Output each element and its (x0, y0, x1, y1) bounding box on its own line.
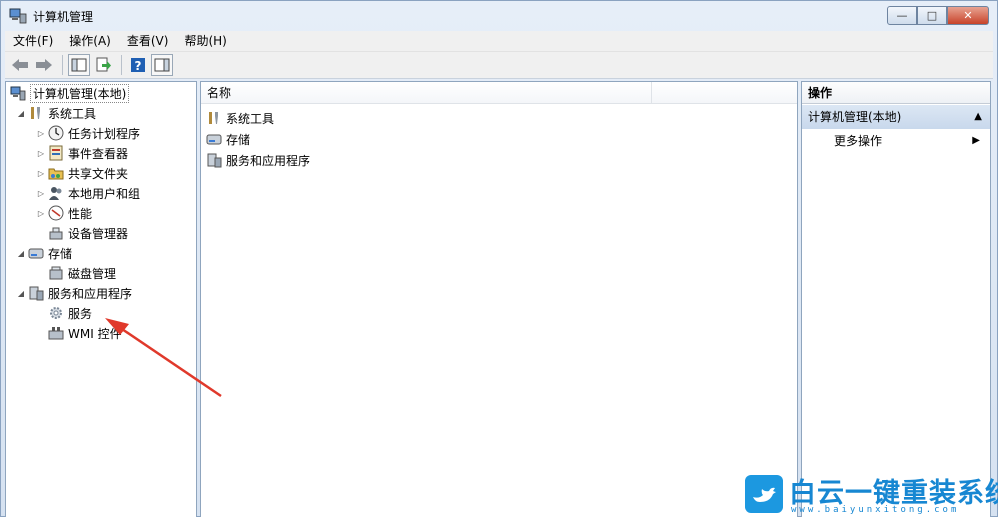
collapse-up-icon[interactable]: ▲ (974, 105, 982, 129)
expanded-arrow-icon[interactable]: ◢ (16, 109, 26, 118)
list-header: 名称 (201, 82, 797, 104)
show-hide-action-pane-icon[interactable] (151, 54, 173, 76)
tree-item-event-viewer[interactable]: ▷ 事件查看器 (36, 143, 128, 163)
event-viewer-icon (48, 145, 64, 161)
list-item[interactable]: 存储 (206, 129, 250, 149)
services-apps-icon (28, 285, 44, 301)
collapsed-arrow-icon[interactable]: ▷ (36, 209, 46, 218)
services-apps-icon (206, 152, 222, 168)
list-item[interactable]: 系统工具 (206, 108, 274, 128)
gear-icon (48, 305, 64, 321)
collapsed-arrow-icon[interactable]: ▷ (36, 149, 46, 158)
actions-section-header[interactable]: 计算机管理(本地) ▲ (802, 105, 990, 129)
list-item[interactable]: 服务和应用程序 (206, 150, 310, 170)
watermark: 白云一键重装系统 www.baiyunxitong.com (745, 471, 998, 516)
tree-item-device-manager[interactable]: 设备管理器 (48, 223, 128, 243)
tree-item-label: 共享文件夹 (68, 166, 129, 181)
back-arrow-icon[interactable] (9, 54, 31, 76)
tree-item-shared-folders[interactable]: ▷ 共享文件夹 (36, 163, 128, 183)
tree-item-services-apps[interactable]: ◢ 服务和应用程序 (16, 283, 132, 303)
storage-icon (28, 245, 44, 261)
collapsed-arrow-icon[interactable]: ▷ (36, 169, 46, 178)
menu-file[interactable]: 文件(F) (5, 31, 61, 51)
bird-logo-icon (745, 475, 783, 513)
tree-item-label: 磁盘管理 (68, 266, 117, 281)
tree-item-label: 服务 (68, 306, 93, 321)
help-icon[interactable]: ? (127, 54, 149, 76)
expanded-arrow-icon[interactable]: ◢ (16, 289, 26, 298)
tree-item-task-scheduler[interactable]: ▷ 任务计划程序 (36, 123, 140, 143)
more-actions-item[interactable]: 更多操作 (834, 132, 882, 150)
computer-management-icon (10, 85, 26, 101)
users-icon (48, 185, 64, 201)
tree-item-storage[interactable]: ◢ 存储 (16, 243, 72, 263)
list-item-label: 系统工具 (226, 111, 275, 126)
tree-item-performance[interactable]: ▷ 性能 (36, 203, 92, 223)
clock-icon (48, 125, 64, 141)
list-item-label: 存储 (226, 132, 251, 147)
tree-item-system-tools[interactable]: ◢ 系统工具 (16, 103, 96, 123)
column-header-name[interactable]: 名称 (201, 82, 652, 104)
tools-icon (28, 105, 44, 121)
collapsed-arrow-icon[interactable]: ▷ (36, 129, 46, 138)
tree-item-label: 系统工具 (48, 106, 97, 121)
tree-item-label: 设备管理器 (68, 226, 129, 241)
export-list-icon[interactable] (92, 54, 114, 76)
watermark-url: www.baiyunxitong.com (791, 505, 960, 515)
tree-item-label: 性能 (68, 206, 93, 221)
performance-icon (48, 205, 64, 221)
menu-view[interactable]: 查看(V) (119, 31, 177, 51)
tree-item-label: 存储 (48, 246, 73, 261)
computer-management-window: 计算机管理 — □ ✕ 文件(F) 操作(A) 查看(V) 帮助(H) ? 计算… (0, 0, 998, 517)
menu-bar: 文件(F) 操作(A) 查看(V) 帮助(H) (5, 31, 993, 51)
title-bar: 计算机管理 — □ ✕ (1, 1, 997, 31)
storage-icon (206, 131, 222, 147)
computer-management-icon (9, 8, 27, 24)
shared-folder-icon (48, 165, 64, 181)
svg-text:?: ? (135, 59, 142, 73)
forward-arrow-icon[interactable] (33, 54, 55, 76)
window-title: 计算机管理 (33, 9, 94, 24)
actions-pane: 操作 计算机管理(本地) ▲ 更多操作 ▶ (801, 81, 991, 517)
tree-item-label: 服务和应用程序 (48, 286, 133, 301)
tree-item-local-users-groups[interactable]: ▷ 本地用户和组 (36, 183, 140, 203)
disk-management-icon (48, 265, 64, 281)
expanded-arrow-icon[interactable]: ◢ (16, 249, 26, 258)
collapsed-arrow-icon[interactable]: ▷ (36, 189, 46, 198)
tree-item-root[interactable]: 计算机管理(本地) (10, 83, 130, 103)
actions-section-label: 计算机管理(本地) (808, 110, 902, 124)
tree-item-label: 事件查看器 (68, 146, 129, 161)
window-controls: — □ ✕ (887, 6, 989, 25)
tree-item-services[interactable]: 服务 (48, 303, 92, 323)
device-manager-icon (48, 225, 64, 241)
list-item-label: 服务和应用程序 (226, 153, 311, 168)
submenu-arrow-icon[interactable]: ▶ (972, 132, 980, 150)
maximize-button[interactable]: □ (917, 6, 947, 25)
tree-item-label: 任务计划程序 (68, 126, 141, 141)
tools-icon (206, 110, 222, 126)
toolbar: ? (5, 51, 993, 79)
minimize-button[interactable]: — (887, 6, 917, 25)
wmi-control-icon (48, 325, 64, 341)
results-pane: 名称 系统工具 存储 服务和应用程序 (200, 81, 798, 517)
menu-action[interactable]: 操作(A) (61, 31, 119, 51)
tree-item-label: WMI 控件 (68, 326, 122, 341)
tree-item-disk-management[interactable]: 磁盘管理 (48, 263, 116, 283)
actions-pane-title: 操作 (802, 82, 990, 104)
menu-help[interactable]: 帮助(H) (176, 31, 234, 51)
console-tree-pane: 计算机管理(本地) ◢ 系统工具 ▷ 任务计划程序 ▷ 事件查看器 ▷ 共享文件… (5, 81, 197, 517)
toolbar-separator (121, 55, 122, 75)
show-hide-tree-icon[interactable] (68, 54, 90, 76)
tree-item-label: 本地用户和组 (68, 186, 141, 201)
tree-root-label: 计算机管理(本地) (30, 83, 130, 103)
tree-item-wmi-control[interactable]: WMI 控件 (48, 323, 122, 343)
close-button[interactable]: ✕ (947, 6, 989, 25)
toolbar-separator (62, 55, 63, 75)
